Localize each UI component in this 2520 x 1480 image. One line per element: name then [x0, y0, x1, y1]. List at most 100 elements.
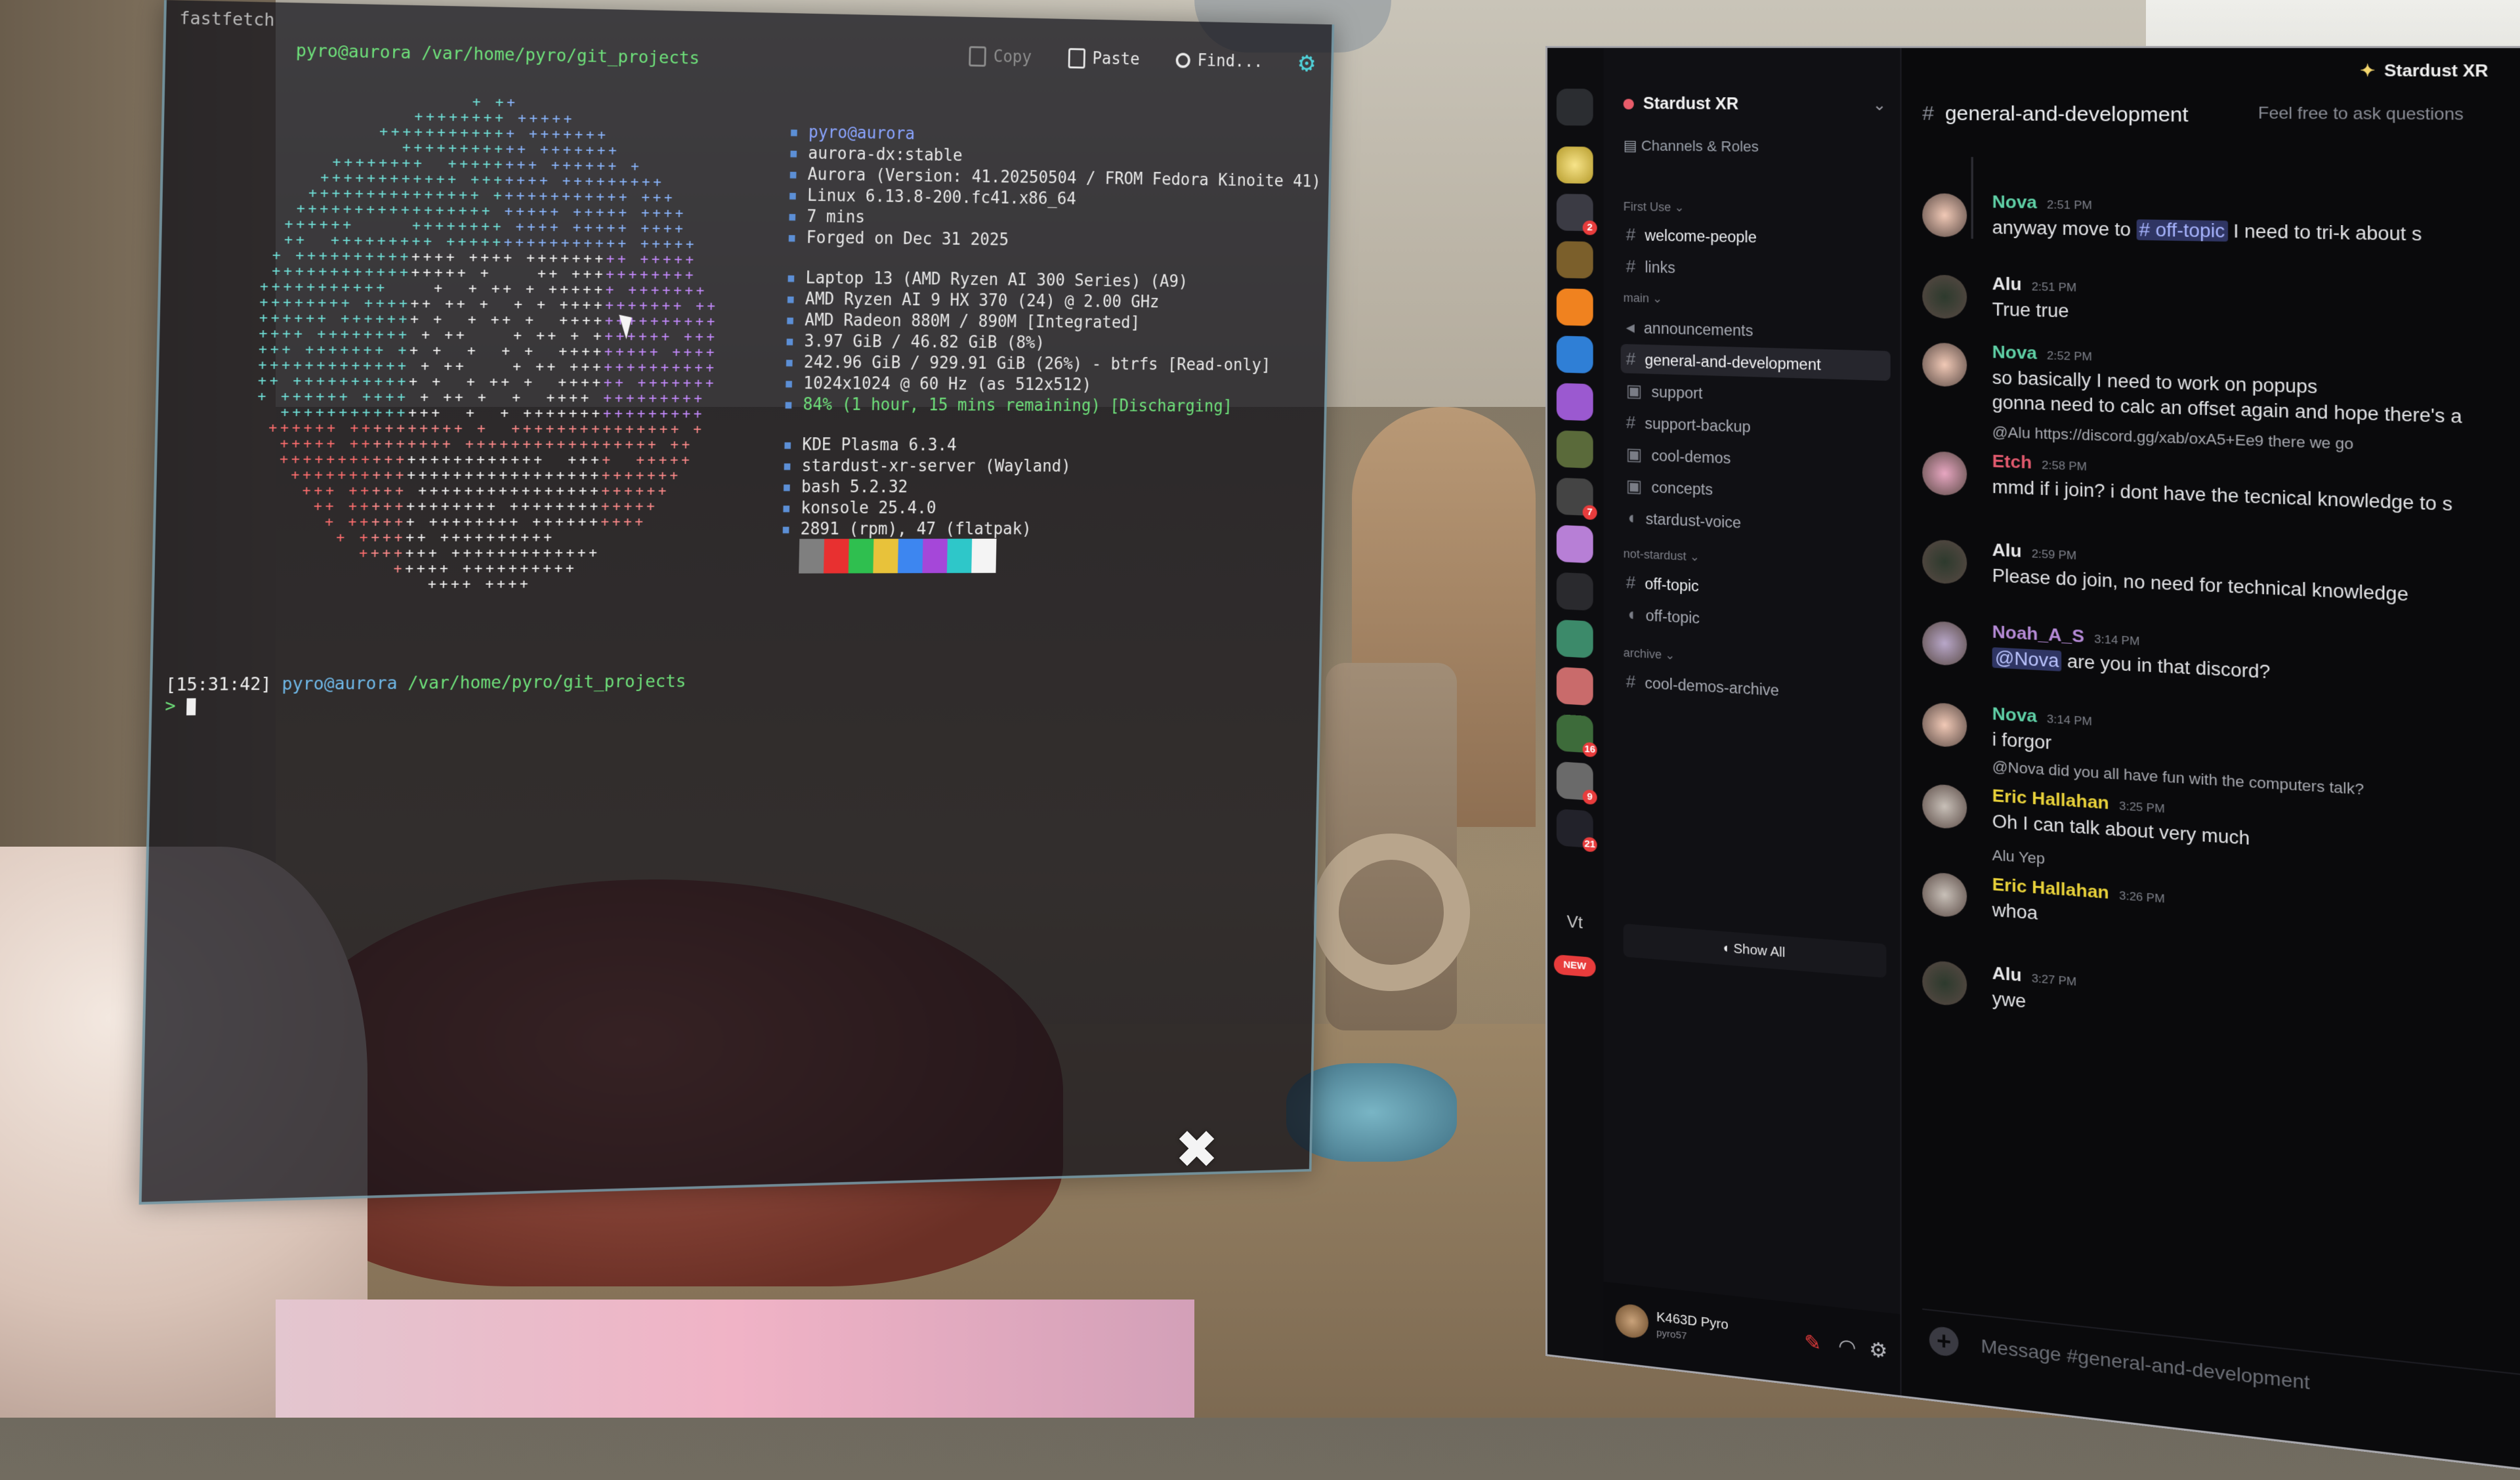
server-icon[interactable]	[1557, 620, 1593, 658]
server-icon[interactable]: 7	[1557, 478, 1593, 516]
gear-icon[interactable]: ⚙	[1869, 1338, 1887, 1363]
microphone-muted-icon[interactable]: ✎	[1804, 1330, 1821, 1356]
show-all-button[interactable]: ◖ Show All	[1624, 923, 1887, 978]
category-main[interactable]: main ⌄	[1624, 291, 1663, 307]
server-icon-vt[interactable]: Vt	[1557, 902, 1593, 941]
message-author[interactable]: Nova3:14 PM	[1992, 703, 2092, 730]
server-icon[interactable]	[1557, 383, 1593, 421]
chat-message[interactable]: Alu YepEric Hallahan3:26 PMwhoa	[1922, 869, 2520, 918]
channel-announcements[interactable]: ◂announcements	[1621, 312, 1891, 349]
logo-glyph: +	[635, 483, 644, 499]
author-name[interactable]: Eric Hallahan	[1992, 785, 2109, 813]
chat-message[interactable]: @Alu https://discord.gg/xab/oxA5+Ee9 the…	[1922, 448, 2520, 473]
author-name[interactable]: Alu	[1992, 539, 2022, 561]
channel-topic[interactable]: Feel free to ask questions	[2258, 104, 2464, 125]
channel-links[interactable]: #links	[1621, 251, 1891, 286]
logo-glyph: +	[257, 389, 266, 405]
terminal-window[interactable]: fastfetch pyro@aurora /var/home/pyro/git…	[139, 0, 1335, 1204]
message-author[interactable]: Noah_A_S3:14 PM	[1992, 622, 2140, 650]
info-text: stardust-xr-server (Wayland)	[801, 456, 1070, 476]
channel-general-and-development[interactable]: #general-and-development	[1621, 344, 1891, 381]
server-icon[interactable]: 21	[1557, 809, 1593, 848]
channel-cool-demos-archive[interactable]: #cool-demos-archive	[1621, 666, 1891, 711]
chat-message[interactable]: Nova3:14 PMi forgor	[1922, 699, 2520, 738]
server-icon[interactable]: 2	[1557, 194, 1593, 231]
avatar[interactable]	[1922, 960, 1967, 1007]
paste-button[interactable]: Paste	[1068, 48, 1140, 70]
author-name[interactable]: Nova	[1992, 191, 2037, 212]
logo-glyph: +	[432, 373, 440, 390]
server-icon[interactable]	[1557, 288, 1593, 326]
message-author[interactable]: Etch2:58 PM	[1992, 451, 2087, 476]
server-icon[interactable]	[1557, 431, 1593, 469]
avatar[interactable]	[1922, 274, 1967, 319]
logo-glyph: +	[552, 111, 560, 127]
server-icon[interactable]	[1557, 335, 1593, 373]
input-line[interactable]: >	[165, 696, 196, 716]
avatar[interactable]	[1922, 451, 1967, 496]
chat-message[interactable]: Alu2:51 PMTrue true	[1922, 272, 2520, 285]
avatar[interactable]	[1922, 784, 1967, 830]
chat-message[interactable]: Alu3:27 PMywe	[1922, 957, 2520, 1011]
logo-glyph: +	[638, 344, 646, 360]
channel-mention[interactable]: # off-topic	[2136, 219, 2227, 242]
logo-glyph: +	[508, 576, 516, 593]
server-icon[interactable]	[1557, 525, 1593, 564]
chat-message[interactable]: Nova2:52 PMso basically I need to work o…	[1922, 340, 2520, 358]
message-author[interactable]: Alu2:51 PM	[1992, 273, 2077, 296]
server-icon[interactable]	[1557, 667, 1593, 706]
avatar[interactable]	[1922, 193, 1967, 237]
author-name[interactable]: Noah_A_S	[1992, 622, 2084, 646]
discord-window[interactable]: 2 7 16 9 21 Vt NEW Stardust XR ⌄ ▤ Chann…	[1545, 46, 2520, 1480]
reply-preview[interactable]: Alu Yep	[1992, 847, 2045, 868]
avatar[interactable]	[1922, 620, 1967, 666]
chat-message[interactable]: Alu2:59 PMPlease do join, no need for te…	[1922, 536, 2520, 566]
discord-home-icon[interactable]	[1557, 89, 1593, 125]
channel-support[interactable]: ▣support	[1621, 375, 1891, 413]
logo-glyph: +	[459, 187, 467, 203]
author-name[interactable]: Eric Hallahan	[1992, 874, 2109, 902]
channel-welcome-people[interactable]: #welcome-people	[1621, 220, 1891, 254]
chevron-down-icon[interactable]: ⌄	[1872, 95, 1886, 115]
author-name[interactable]: Alu	[1992, 273, 2022, 294]
server-icon-stardust[interactable]	[1557, 146, 1593, 184]
category-archive[interactable]: archive ⌄	[1624, 646, 1675, 662]
author-name[interactable]: Nova	[1992, 703, 2037, 726]
server-icon[interactable]	[1557, 241, 1593, 278]
message-input[interactable]: Message #general-and-development	[1981, 1335, 2310, 1394]
message-author[interactable]: Alu2:59 PM	[1992, 539, 2077, 564]
chat-message[interactable]: @Nova did you all have fun with the comp…	[1922, 780, 2520, 824]
avatar[interactable]	[1922, 872, 1967, 918]
avatar[interactable]	[1922, 702, 1967, 748]
avatar[interactable]	[1616, 1303, 1648, 1340]
logo-glyph: +	[307, 247, 316, 264]
category-not-stardust[interactable]: not-stardust ⌄	[1624, 547, 1700, 564]
avatar[interactable]	[1922, 539, 1967, 584]
server-name-header[interactable]: Stardust XR	[1624, 95, 1739, 114]
server-icon[interactable]: 16	[1557, 714, 1593, 753]
user-mention[interactable]: @Nova	[1992, 647, 2062, 671]
headphones-icon[interactable]: ◠	[1838, 1334, 1856, 1360]
logo-glyph: +	[582, 312, 591, 329]
category-first-use[interactable]: First Use ⌄	[1624, 200, 1685, 215]
message-author[interactable]: Alu3:27 PM	[1992, 963, 2077, 991]
channels-roles-link[interactable]: ▤ Channels & Roles	[1624, 137, 1759, 156]
add-attachment-button[interactable]: +	[1929, 1326, 1959, 1357]
chat-message[interactable]: Noah_A_S3:14 PM@Nova are you in that dis…	[1922, 618, 2520, 652]
server-icon[interactable]: 9	[1557, 761, 1593, 801]
server-icon[interactable]	[1557, 572, 1593, 611]
gear-icon[interactable]: ⚙	[1299, 49, 1315, 76]
author-name[interactable]: Etch	[1992, 451, 2032, 473]
reply-preview[interactable]: @Alu https://discord.gg/xab/oxA5+Ee9 the…	[1992, 423, 2354, 454]
message-author[interactable]: Nova2:51 PM	[1992, 191, 2092, 213]
logo-glyph: +	[582, 297, 591, 314]
find-button[interactable]: Find...	[1175, 51, 1263, 71]
copy-button[interactable]: Copy	[969, 46, 1032, 68]
avatar[interactable]	[1922, 343, 1967, 387]
close-icon[interactable]: ✖	[1175, 1119, 1219, 1180]
author-name[interactable]: Alu	[1992, 963, 2022, 986]
logo-glyph: +	[364, 311, 373, 328]
message-author[interactable]: Nova2:52 PM	[1992, 341, 2092, 365]
logo-glyph: +	[471, 140, 480, 157]
author-name[interactable]: Nova	[1992, 341, 2037, 363]
